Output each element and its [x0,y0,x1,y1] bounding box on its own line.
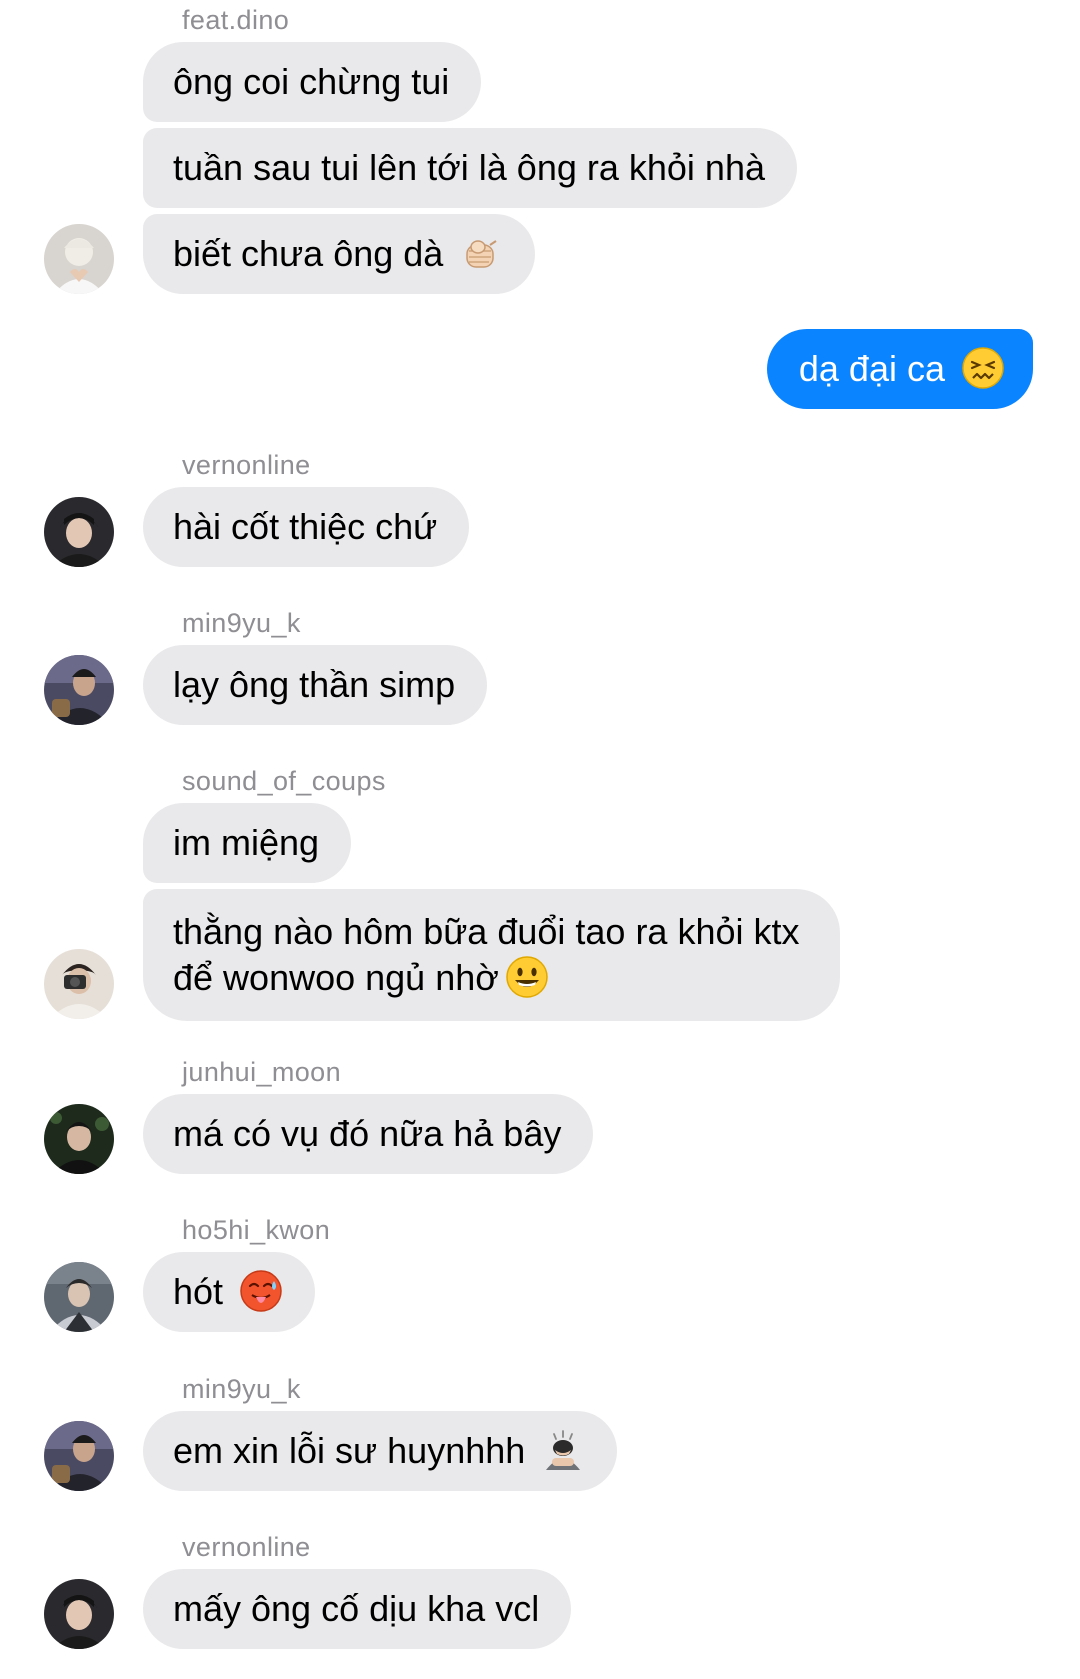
message-bubble[interactable]: tuần sau tui lên tới là ông ra khỏi nhà [143,128,797,208]
message-bubble[interactable]: lạy ông thần simp [143,645,488,725]
message-bubble[interactable]: hót [143,1252,316,1332]
sender-name: feat.dino [182,5,290,35]
avatar[interactable] [44,1104,114,1174]
avatar[interactable] [44,497,114,567]
message-text: im miệng [173,822,320,863]
message-bubble[interactable]: má có vụ đó nữa hả bây [143,1094,594,1174]
smiley-face-emoji [505,955,549,999]
message-text: ông coi chừng tui [173,61,450,102]
message-bubble[interactable]: im miệng [143,803,352,883]
message-text: mấy ông cố dịu kha vcl [173,1588,540,1629]
avatar[interactable] [44,1421,114,1491]
message-text: dạ đại ca [798,348,945,389]
confounded-face-emoji [961,346,1005,390]
avatar[interactable] [44,949,114,1019]
avatar[interactable] [44,1579,114,1649]
outgoing-message-bubble[interactable]: dạ đại ca [766,329,1033,409]
hot-face-emoji [239,1269,283,1313]
sender-name: vernonline [182,450,311,480]
message-text: hài cốt thiệc chứ [173,506,438,547]
message-text: lạy ông thần simp [173,664,456,705]
sender-name: sound_of_coups [182,766,386,796]
message-bubble[interactable]: em xin lỗi sư huynhhh [143,1411,618,1491]
message-text-line: để wonwoo ngủ nhờ [173,955,800,1001]
sender-name: vernonline [182,1532,311,1562]
message-text: hót [173,1271,224,1312]
message-text: biết chưa ông dà [173,233,444,274]
sender-name: ho5hi_kwon [182,1215,331,1245]
message-text: để wonwoo ngủ nhờ [173,957,499,998]
message-bubble[interactable]: biết chưa ông dà [143,214,536,294]
message-bubble[interactable]: thằng nào hôm bữa đuổi tao ra khỏi ktx đ… [143,889,840,1021]
bowing-person-emoji [541,1428,585,1472]
sender-name: min9yu_k [182,608,301,638]
avatar[interactable] [44,655,114,725]
message-text: em xin lỗi sư huynhhh [173,1430,526,1471]
message-bubble[interactable]: ông coi chừng tui [143,42,482,122]
sender-name: min9yu_k [182,1374,301,1404]
message-bubble[interactable]: hài cốt thiệc chứ [143,487,470,567]
pointing-fist-emoji [459,231,503,275]
message-bubble[interactable]: mấy ông cố dịu kha vcl [143,1569,572,1649]
message-text: má có vụ đó nữa hả bây [173,1113,562,1154]
message-text-line: thằng nào hôm bữa đuổi tao ra khỏi ktx [173,911,800,952]
message-text: tuần sau tui lên tới là ông ra khỏi nhà [173,147,765,188]
avatar[interactable] [44,1262,114,1332]
avatar[interactable] [44,224,114,294]
sender-name: junhui_moon [182,1057,342,1087]
